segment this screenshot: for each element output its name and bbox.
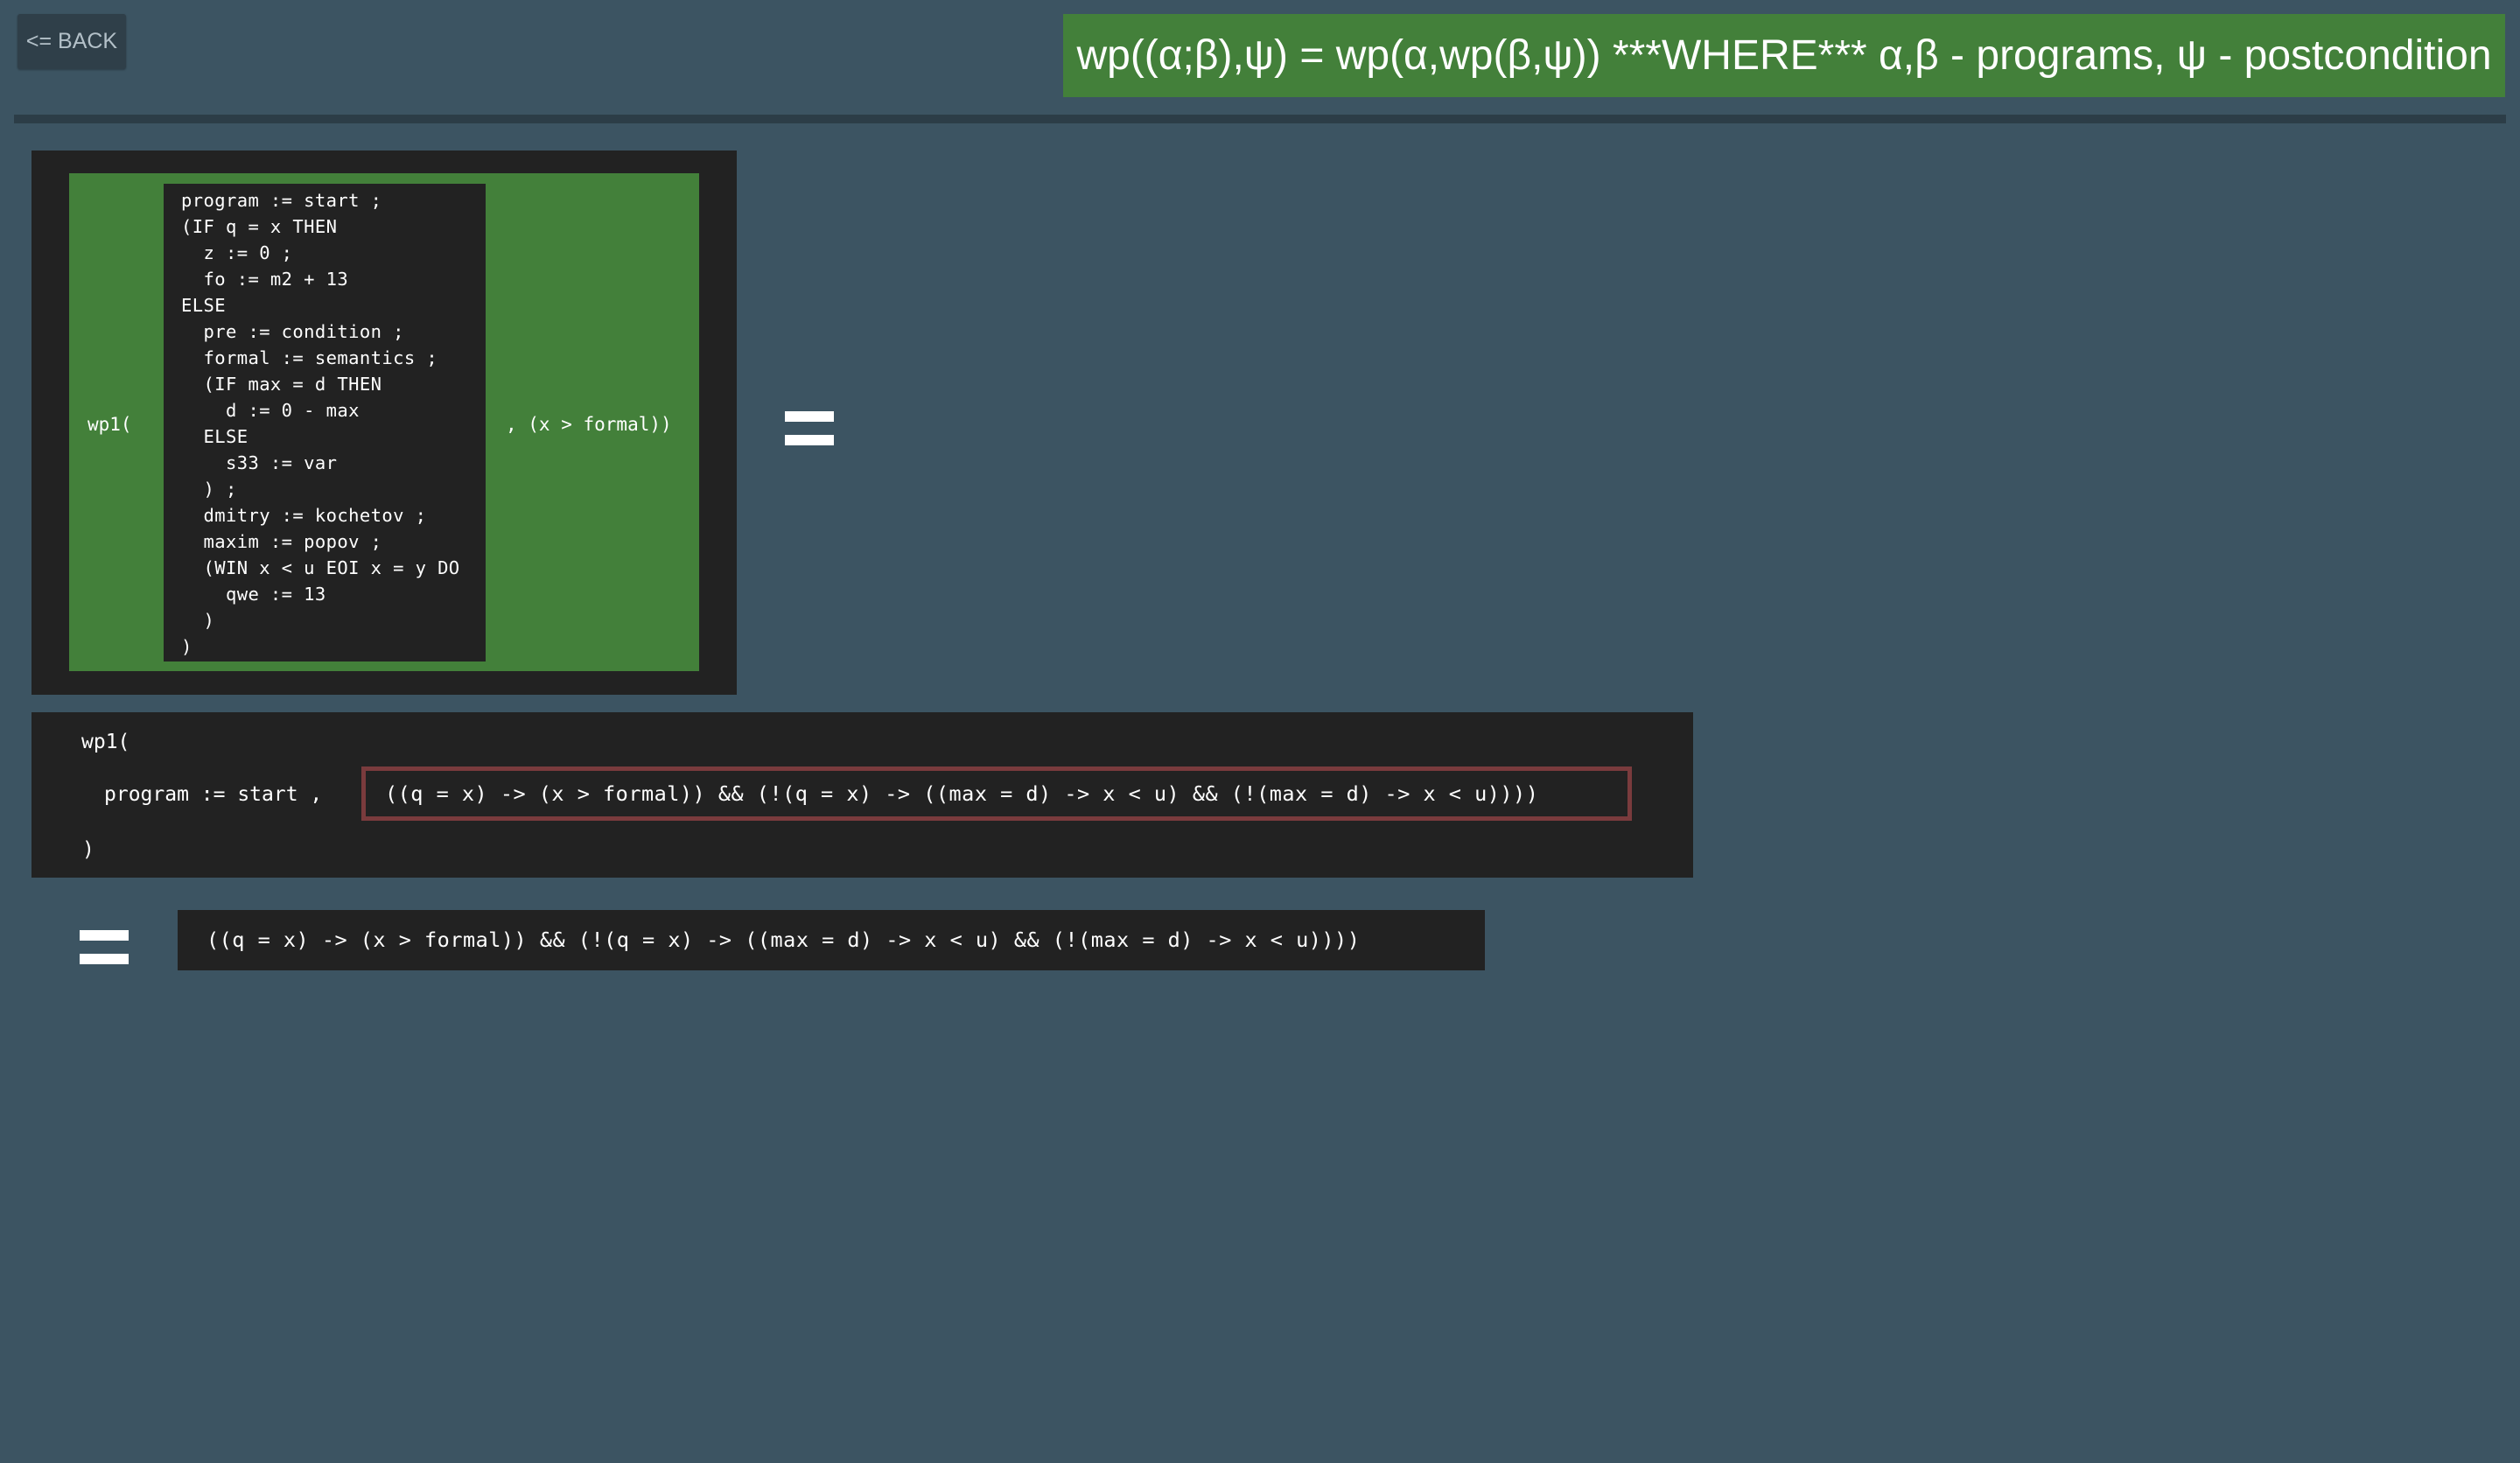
- code-line: (WIN x < u EOI x = y DO: [181, 557, 460, 578]
- code-line: (IF max = d THEN: [181, 374, 382, 395]
- highlighted-condition-box[interactable]: ((q = x) -> (x > formal)) && (!(q = x) -…: [361, 766, 1632, 821]
- step-program-label: program := start ,: [104, 783, 323, 806]
- code-line: ) ;: [181, 479, 237, 500]
- code-line: ELSE: [181, 295, 226, 316]
- wp-function-label: wp1(: [88, 414, 132, 435]
- code-line: z := 0 ;: [181, 242, 293, 263]
- code-line: (IF q = x THEN: [181, 216, 338, 237]
- code-line: fo := m2 + 13: [181, 269, 349, 290]
- code-line: ): [181, 610, 215, 631]
- step-close-label: ): [82, 838, 94, 861]
- step-open-label: wp1(: [81, 731, 130, 753]
- code-line: ELSE: [181, 426, 248, 447]
- header-divider: [14, 115, 2506, 123]
- result-text: ((q = x) -> (x > formal)) && (!(q = x) -…: [206, 928, 1361, 952]
- result-panel: ((q = x) -> (x > formal)) && (!(q = x) -…: [178, 910, 1485, 970]
- code-line: pre := condition ;: [181, 321, 404, 342]
- highlighted-condition-text: ((q = x) -> (x > formal)) && (!(q = x) -…: [385, 781, 1539, 806]
- code-line: program := start ;: [181, 190, 382, 211]
- program-code-block: program := start ; (IF q = x THEN z := 0 …: [164, 184, 486, 662]
- equals-sign: [80, 930, 129, 965]
- code-line: d := 0 - max: [181, 400, 360, 421]
- code-line: formal := semantics ;: [181, 347, 438, 368]
- code-line: ): [181, 636, 192, 657]
- code-line: qwe := 13: [181, 584, 326, 605]
- equals-sign: [785, 411, 834, 446]
- code-line: s33 := var: [181, 452, 338, 473]
- postcondition-label: , (x > formal)): [506, 414, 672, 435]
- back-button[interactable]: <= BACK: [18, 14, 126, 69]
- code-line: dmitry := kochetov ;: [181, 505, 427, 526]
- code-line: maxim := popov ;: [181, 531, 382, 552]
- wp-rule-banner: wp((α;β),ψ) = wp(α,wp(β,ψ)) ***WHERE*** …: [1063, 14, 2505, 97]
